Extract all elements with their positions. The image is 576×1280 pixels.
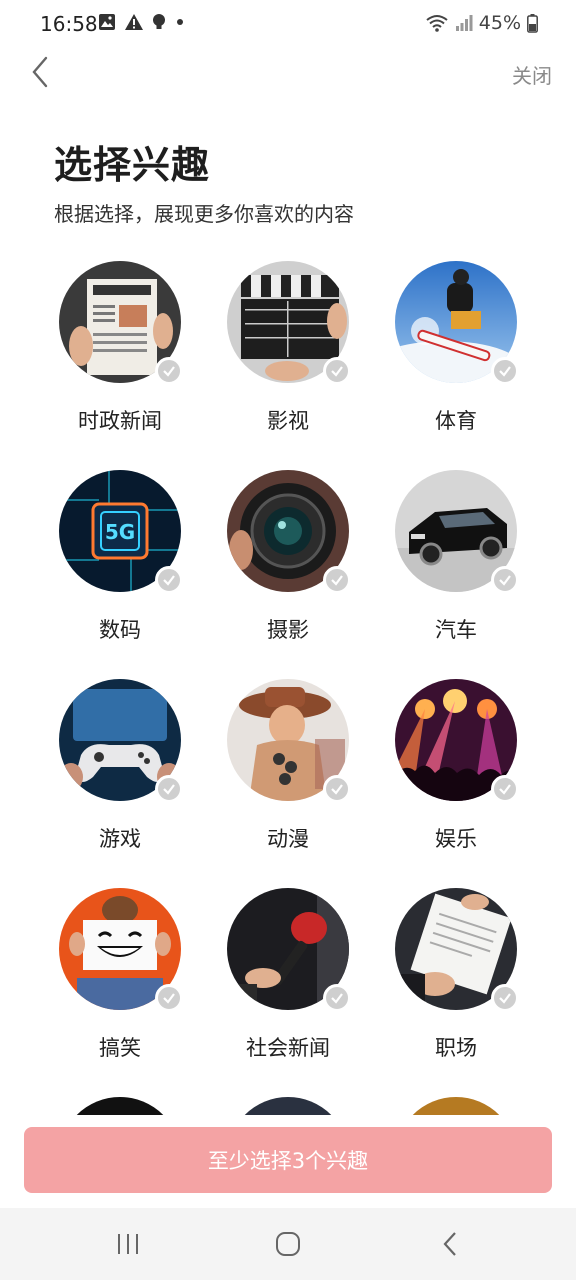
home-button[interactable] <box>258 1226 318 1262</box>
check-badge-icon <box>155 775 183 803</box>
interest-label: 动漫 <box>267 827 309 851</box>
interest-label: 数码 <box>99 618 141 642</box>
interest-item-more-3[interactable] <box>372 1097 540 1115</box>
check-badge-icon <box>323 984 351 1012</box>
recent-apps-button[interactable] <box>98 1226 158 1262</box>
interest-item-digital[interactable]: 5G 数码 <box>36 470 204 644</box>
interest-item-society-news[interactable]: 社会新闻 <box>204 888 372 1062</box>
check-badge-icon <box>155 357 183 385</box>
svg-text:5G: 5G <box>105 520 135 544</box>
interest-label: 社会新闻 <box>246 1036 330 1060</box>
interest-label: 影视 <box>267 409 309 433</box>
more-interest-image <box>395 1097 517 1115</box>
interest-label: 游戏 <box>99 827 141 851</box>
interest-label: 时政新闻 <box>78 409 162 433</box>
interest-item-photography[interactable]: 摄影 <box>204 470 372 644</box>
interest-item-games[interactable]: 游戏 <box>36 679 204 853</box>
interest-grid: 时政新闻 影视 体育 5G 数码 摄影 汽车 游戏 动漫 娱乐 搞笑 社会新闻 … <box>0 0 576 1115</box>
interest-label: 职场 <box>435 1036 477 1060</box>
check-badge-icon <box>491 984 519 1012</box>
check-badge-icon <box>323 566 351 594</box>
interest-item-film[interactable]: 影视 <box>204 261 372 435</box>
interest-item-entertainment[interactable]: 娱乐 <box>372 679 540 853</box>
interest-item-politics[interactable]: 时政新闻 <box>36 261 204 435</box>
system-nav-bar <box>0 1208 576 1280</box>
interest-item-more-2[interactable] <box>204 1097 372 1115</box>
back-arrow-icon <box>443 1232 456 1256</box>
interest-label: 体育 <box>435 409 477 433</box>
check-badge-icon <box>155 984 183 1012</box>
interest-item-more-1[interactable] <box>36 1097 204 1115</box>
interest-item-sports[interactable]: 体育 <box>372 261 540 435</box>
check-badge-icon <box>491 775 519 803</box>
interest-item-funny[interactable]: 搞笑 <box>36 888 204 1062</box>
interest-label: 摄影 <box>267 618 309 642</box>
interest-label: 搞笑 <box>99 1036 141 1060</box>
interest-item-cars[interactable]: 汽车 <box>372 470 540 644</box>
interest-item-workplace[interactable]: 职场 <box>372 888 540 1062</box>
interest-item-anime[interactable]: 动漫 <box>204 679 372 853</box>
more-interest-image <box>227 1097 349 1115</box>
select-minimum-button[interactable]: 至少选择3个兴趣 <box>24 1127 552 1193</box>
check-badge-icon <box>323 775 351 803</box>
recent-apps-icon <box>118 1234 138 1254</box>
check-badge-icon <box>491 357 519 385</box>
home-icon <box>276 1232 300 1256</box>
system-back-button[interactable] <box>420 1226 480 1262</box>
check-badge-icon <box>155 566 183 594</box>
interest-label: 汽车 <box>435 618 477 642</box>
interest-label: 娱乐 <box>435 827 477 851</box>
more-interest-image <box>59 1097 181 1115</box>
check-badge-icon <box>491 566 519 594</box>
check-badge-icon <box>323 357 351 385</box>
